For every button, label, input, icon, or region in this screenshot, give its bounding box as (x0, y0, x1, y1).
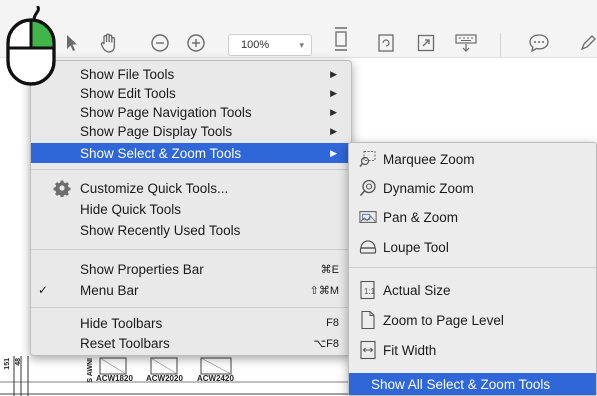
submenu-arrow-icon: ▶ (330, 125, 337, 136)
menu-item-label: Show Select & Zoom Tools (80, 145, 242, 161)
actual-size-icon: 1:1 (359, 280, 377, 300)
loupe-icon (359, 238, 377, 256)
menu-item-customize-quick-tools[interactable]: Customize Quick Tools... (31, 178, 351, 198)
marquee-zoom-icon (359, 150, 377, 168)
submenu-item-show-all-select-zoom-tools[interactable]: Show All Select & Zoom Tools (349, 373, 596, 395)
submenu-item-label: Pan & Zoom (383, 209, 459, 225)
submenu-item-dynamic-zoom[interactable]: Dynamic Zoom (349, 176, 596, 200)
pen-icon[interactable] (578, 30, 597, 56)
menu-item-label: Hide Toolbars (80, 315, 163, 331)
submenu-item-zoom-to-page-level[interactable]: Zoom to Page Level (349, 308, 596, 332)
zoom-in-icon[interactable] (184, 30, 208, 56)
submenu-item-label: Actual Size (383, 282, 451, 298)
menu-item-show-properties-bar[interactable]: Show Properties Bar ⌘E (31, 259, 351, 279)
submenu-item-actual-size[interactable]: 1:1 Actual Size (349, 278, 596, 302)
menu-separator (31, 307, 351, 308)
submenu-item-label: Show All Select & Zoom Tools (371, 376, 551, 392)
quick-tools-toolbar: 100% ▾ (0, 0, 597, 58)
plan-window-label: ACW2420 (197, 374, 234, 383)
submenu-item-label: Dynamic Zoom (383, 180, 474, 196)
menu-item-label: Show Properties Bar (80, 261, 204, 277)
menu-item-show-recently-used-tools[interactable]: Show Recently Used Tools (31, 220, 351, 240)
menu-shortcut: ⇧⌘M (309, 284, 339, 297)
menu-item-label: Menu Bar (80, 282, 139, 298)
comment-icon[interactable] (526, 30, 552, 56)
menu-shortcut: ⌘E (320, 263, 339, 276)
menu-item-label: Show Page Navigation Tools (80, 104, 252, 120)
keyboard-icon[interactable] (452, 30, 480, 56)
menu-item-show-page-display-tools[interactable]: Show Page Display Tools ▶ (31, 121, 351, 141)
fit-page-icon[interactable] (330, 26, 352, 52)
toolbar-context-menu: Show File Tools ▶ Show Edit Tools ▶ Show… (30, 60, 352, 356)
zoom-out-icon[interactable] (148, 30, 172, 56)
menu-item-show-page-navigation-tools[interactable]: Show Page Navigation Tools ▶ (31, 102, 351, 122)
fit-width-icon (359, 340, 377, 360)
plan-dimension-label: 151 (4, 358, 11, 370)
menu-item-hide-toolbars[interactable]: Hide Toolbars F8 (31, 313, 351, 333)
submenu-item-label: Zoom to Page Level (383, 312, 504, 328)
gear-icon (53, 179, 71, 200)
menu-separator (349, 267, 596, 268)
submenu-arrow-icon: ▶ (330, 87, 337, 98)
checkmark-icon: ✓ (38, 283, 49, 297)
menu-item-hide-quick-tools[interactable]: Hide Quick Tools (31, 199, 351, 219)
rotate-icon[interactable] (374, 30, 398, 56)
submenu-item-pan-zoom[interactable]: Pan & Zoom (349, 205, 596, 229)
toolbar-divider (500, 33, 501, 57)
menu-item-show-edit-tools[interactable]: Show Edit Tools ▶ (31, 83, 351, 103)
zoom-level-field[interactable]: 100% ▾ (228, 34, 312, 56)
submenu-arrow-icon: ▶ (330, 68, 337, 79)
right-click-mouse-icon (6, 6, 56, 86)
plan-dimension-label: 48 (15, 358, 22, 366)
menu-separator (31, 169, 351, 170)
submenu-item-label: Loupe Tool (383, 239, 449, 255)
menu-item-reset-toolbars[interactable]: Reset Toolbars ⌥F8 (31, 333, 351, 353)
plan-window-label: ACW2020 (146, 374, 183, 383)
menu-item-label: Show Page Display Tools (80, 123, 233, 139)
submenu-item-loupe-tool[interactable]: Loupe Tool (349, 235, 596, 259)
plan-window-label: ACW1820 (96, 374, 133, 383)
menu-shortcut: F8 (326, 317, 339, 329)
page-icon (359, 310, 377, 330)
select-zoom-submenu: Marquee Zoom Dynamic Zoom Pan & Zoom Lou… (348, 142, 597, 396)
menu-item-label: Customize Quick Tools... (80, 180, 229, 196)
menu-separator (31, 249, 351, 250)
submenu-item-label: Marquee Zoom (383, 151, 475, 167)
menu-item-show-file-tools[interactable]: Show File Tools ▶ (31, 64, 351, 84)
hand-icon[interactable] (96, 30, 122, 56)
submenu-arrow-icon: ▶ (330, 147, 337, 158)
menu-item-label: Show Edit Tools (80, 85, 176, 101)
dynamic-zoom-icon (359, 179, 377, 197)
chevron-down-icon[interactable]: ▾ (299, 40, 304, 51)
screen: 100% ▾ 151 48 S AWNI ACW1820 ACW2020 ACW… (0, 0, 597, 396)
select-arrow-icon[interactable] (62, 30, 82, 56)
menu-item-menu-bar[interactable]: ✓ Menu Bar ⇧⌘M (31, 280, 351, 300)
menu-item-label: Show File Tools (80, 66, 175, 82)
plan-dimension-label: S AWNI (87, 358, 94, 383)
menu-item-label: Show Recently Used Tools (80, 222, 241, 238)
submenu-item-marquee-zoom[interactable]: Marquee Zoom (349, 147, 596, 171)
menu-item-label: Hide Quick Tools (80, 201, 182, 217)
fullscreen-icon[interactable] (414, 30, 438, 56)
submenu-item-label: Fit Width (383, 342, 437, 358)
menu-item-label: Reset Toolbars (80, 335, 170, 351)
pan-zoom-icon (359, 208, 377, 226)
submenu-item-fit-width[interactable]: Fit Width (349, 338, 596, 362)
submenu-arrow-icon: ▶ (330, 106, 337, 117)
menu-item-show-select-zoom-tools[interactable]: Show Select & Zoom Tools ▶ (31, 143, 351, 163)
svg-text:1:1: 1:1 (364, 287, 376, 296)
menu-shortcut: ⌥F8 (313, 337, 339, 350)
zoom-value: 100% (241, 39, 270, 51)
